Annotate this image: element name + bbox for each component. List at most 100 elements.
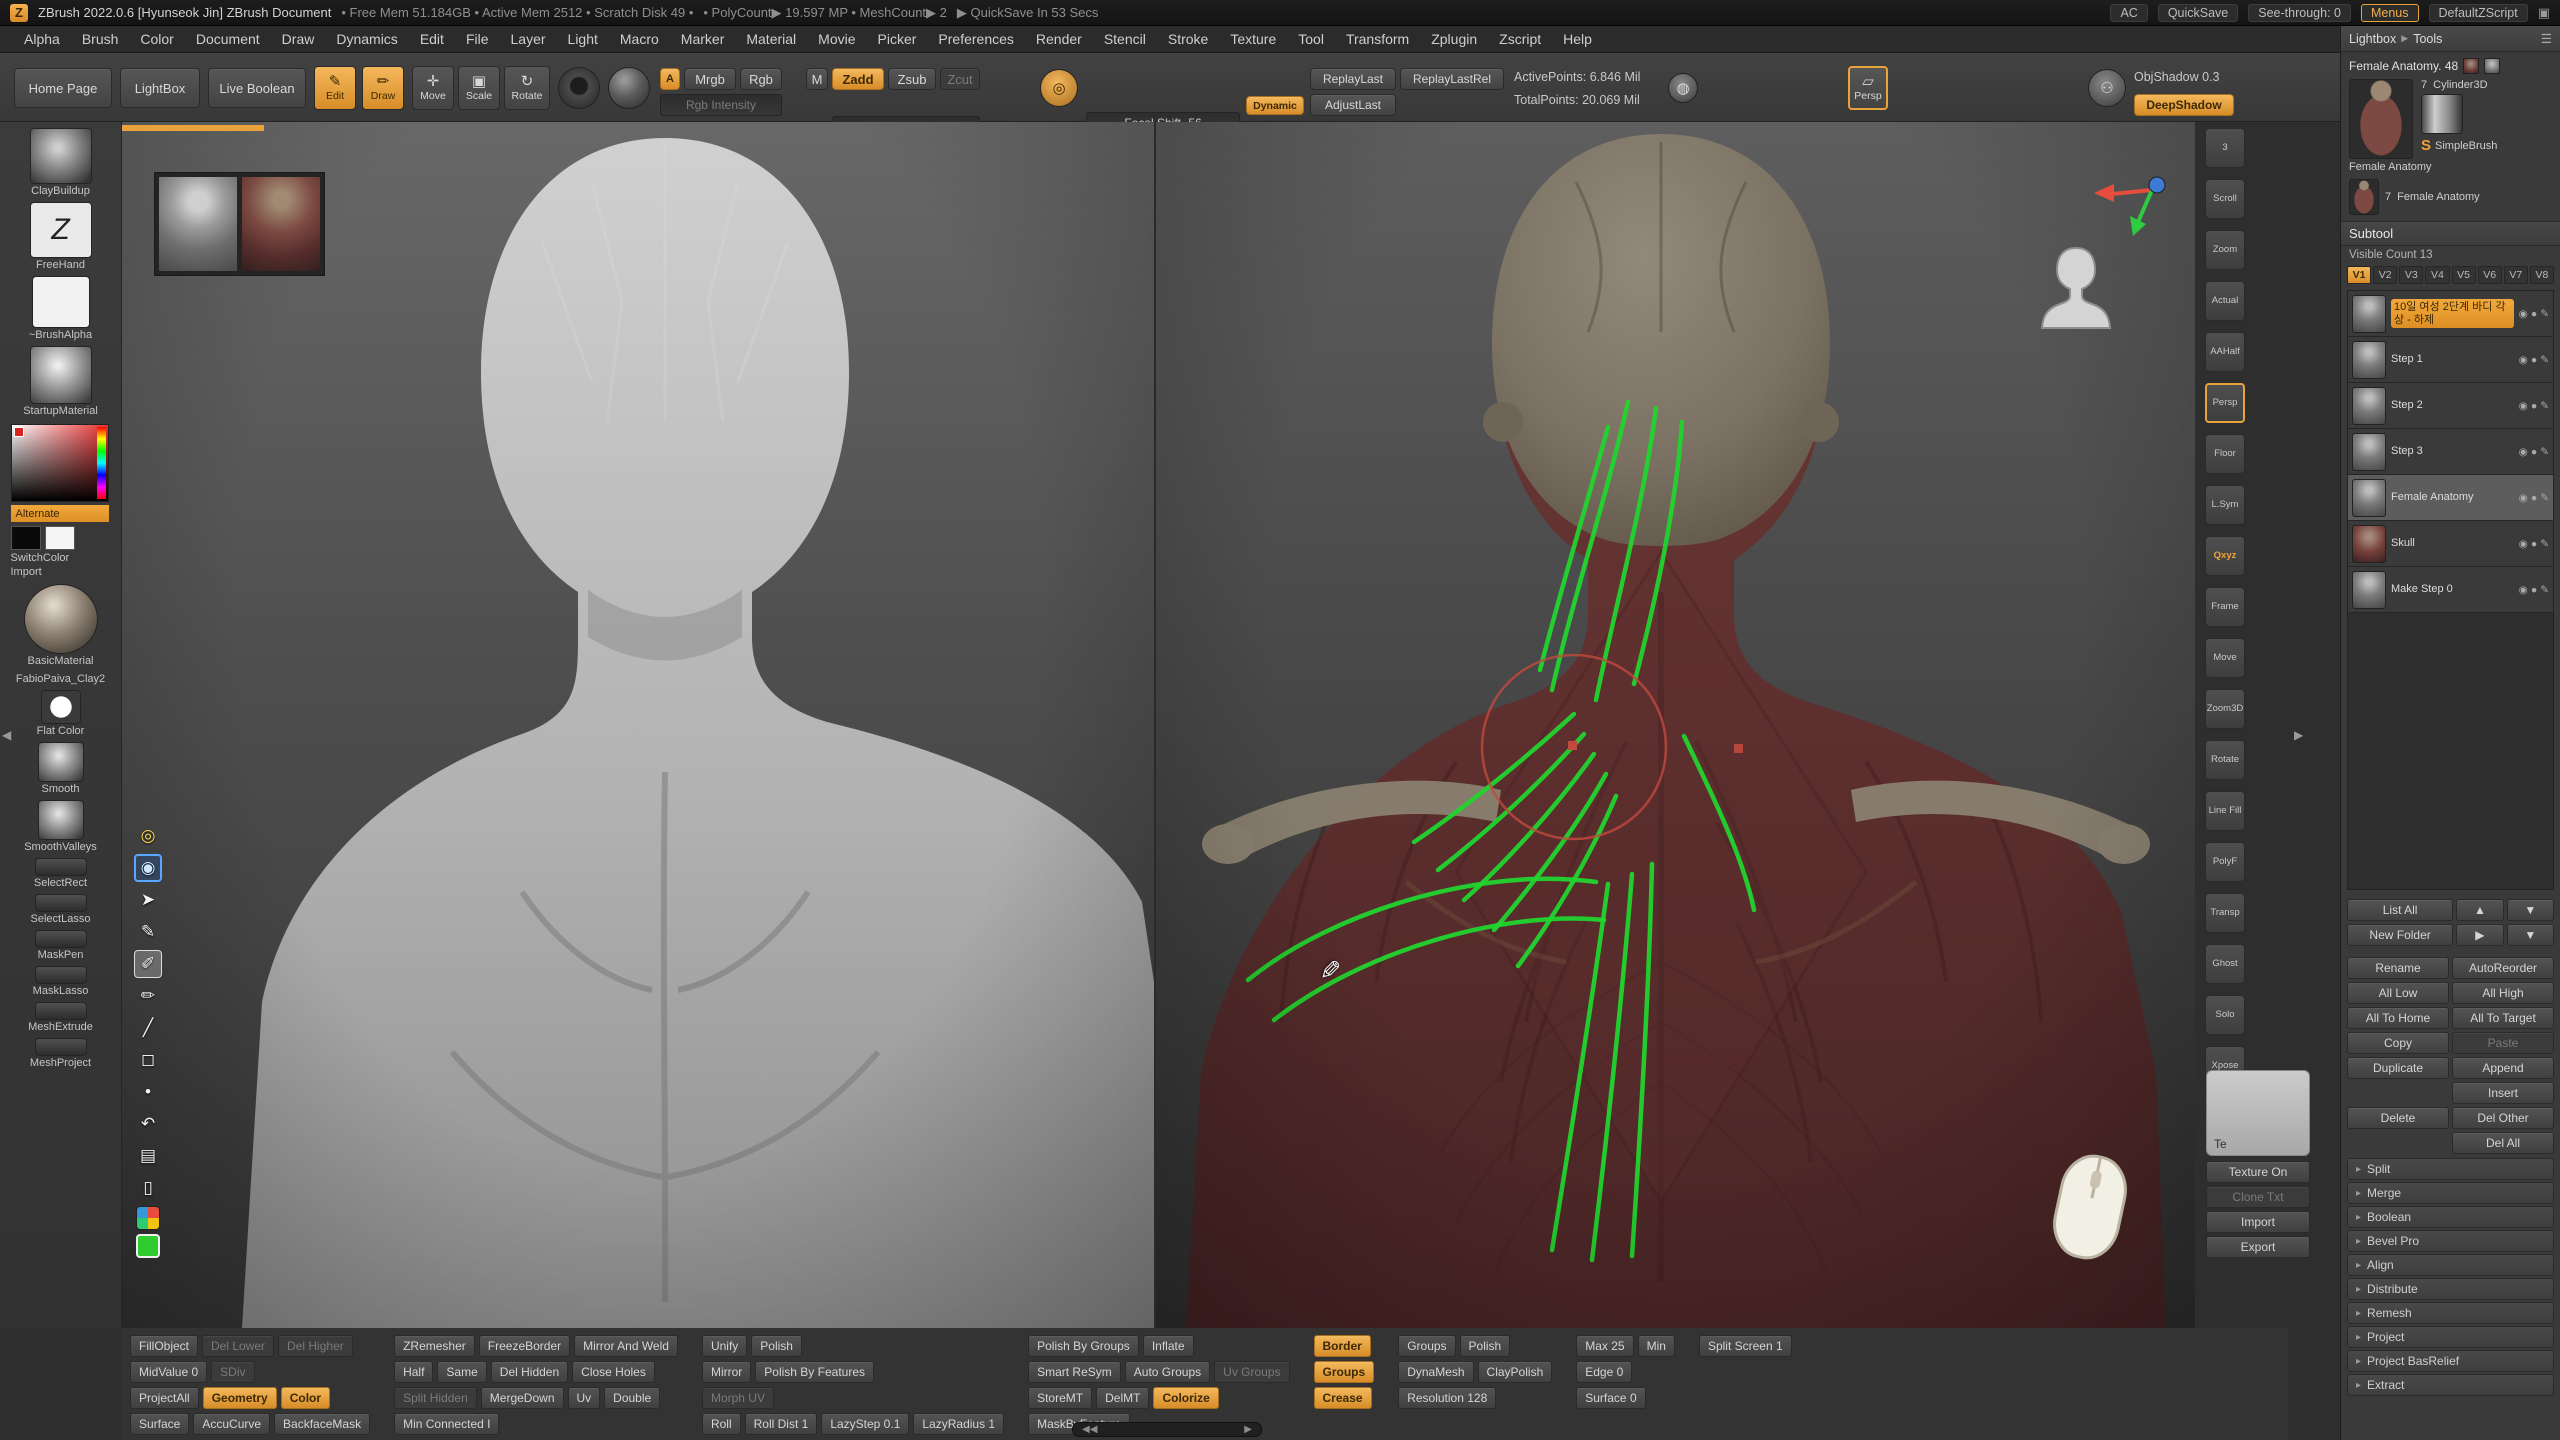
visibility-eye-icon[interactable]: ◉	[2519, 584, 2528, 596]
main-color-swatch[interactable]	[11, 526, 41, 550]
subtool-up-button[interactable]: ▲	[2456, 899, 2503, 921]
replay-last-rel-button[interactable]: ReplayLastRel	[1400, 68, 1504, 90]
subtool-item-3[interactable]: Step 2◉●✎	[2348, 383, 2553, 429]
sidebar-item-selectlasso[interactable]: SelectLasso	[16, 894, 105, 925]
menu-help[interactable]: Help	[1553, 29, 1602, 49]
mirror-button[interactable]: Mirror	[702, 1361, 751, 1383]
recent-tool-thumb[interactable]	[2484, 58, 2500, 74]
sculpt-icon[interactable]: ✎	[2540, 492, 2549, 504]
subtool-tab-v6[interactable]: V6	[2478, 266, 2502, 284]
visibility-eye-icon[interactable]: ◉	[2519, 400, 2528, 412]
rightshelf-polyf-button[interactable]: PolyF	[2205, 842, 2245, 882]
subtool-section-merge[interactable]: Merge	[2347, 1182, 2554, 1204]
polish-by-groups-button[interactable]: Polish By Groups	[1028, 1335, 1139, 1357]
menus-toggle-button[interactable]: Menus	[2361, 4, 2419, 22]
accucurve-button[interactable]: AccuCurve	[193, 1413, 270, 1435]
polypaint-icon[interactable]: ●	[2531, 354, 2537, 366]
projectall-button[interactable]: ProjectAll	[130, 1387, 199, 1409]
menu-macro[interactable]: Macro	[610, 29, 669, 49]
polish-button[interactable]: Polish	[1460, 1335, 1511, 1357]
auto-groups-button[interactable]: Auto Groups	[1125, 1361, 1210, 1383]
tools-menu-button[interactable]: Tools	[2413, 32, 2442, 46]
sidebar-item-startupmaterial[interactable]: StartupMaterial	[23, 346, 98, 417]
adjust-last-button[interactable]: AdjustLast	[1310, 94, 1396, 116]
orientation-gizmo[interactable]	[2080, 170, 2172, 242]
polish-by-features-button[interactable]: Polish By Features	[755, 1361, 874, 1383]
rgb-button[interactable]: Rgb	[740, 68, 782, 90]
line-icon[interactable]: ╱	[134, 1014, 162, 1042]
import-button[interactable]: Import	[2206, 1211, 2310, 1233]
subtool-section-distribute[interactable]: Distribute	[2347, 1278, 2554, 1300]
clipboard-icon[interactable]: ▤	[134, 1142, 162, 1170]
pencil-icon[interactable]: ✏	[134, 982, 162, 1010]
current-brush-preview[interactable]	[558, 67, 600, 109]
tool-thumb-cylinder3d[interactable]	[2421, 94, 2463, 134]
move-button[interactable]: ✛Move	[412, 66, 454, 110]
ac-button[interactable]: AC	[2110, 4, 2147, 22]
visibility-eye-icon[interactable]: ◉	[2519, 354, 2528, 366]
rename-button[interactable]: Rename	[2347, 957, 2449, 979]
subtool-item-6[interactable]: Skull◉●✎	[2348, 521, 2553, 567]
sculpt-icon[interactable]: ✎	[2540, 308, 2549, 320]
menu-file[interactable]: File	[456, 29, 499, 49]
rightshelf-zoom3d-button[interactable]: Zoom3D	[2205, 689, 2245, 729]
menu-color[interactable]: Color	[130, 29, 183, 49]
fillobject-button[interactable]: FillObject	[130, 1335, 198, 1357]
sidebar-item-masklasso[interactable]: MaskLasso	[16, 966, 105, 997]
timeline-scrollbar[interactable]: ◀◀ ▶	[1072, 1422, 1262, 1437]
rightshelf-aahalf-button[interactable]: AAHalf	[2205, 332, 2245, 372]
rightshelf-frame-button[interactable]: Frame	[2205, 587, 2245, 627]
rightshelf-floor-button[interactable]: Floor	[2205, 434, 2245, 474]
recent-tool-thumb[interactable]	[2463, 58, 2479, 74]
default-zscript-button[interactable]: DefaultZScript	[2429, 4, 2528, 22]
menu-zplugin[interactable]: Zplugin	[1421, 29, 1487, 49]
menu-stroke[interactable]: Stroke	[1158, 29, 1218, 49]
all-low-button[interactable]: All Low	[2347, 982, 2449, 1004]
polypaint-icon[interactable]: ●	[2531, 538, 2537, 550]
menu-light[interactable]: Light	[558, 29, 608, 49]
unify-button[interactable]: Unify	[702, 1335, 747, 1357]
visibility-eye-icon[interactable]: ◉	[2519, 492, 2528, 504]
subtool-section-bevel-pro[interactable]: Bevel Pro	[2347, 1230, 2554, 1252]
dynamic-draw-size-toggle[interactable]: Dynamic	[1246, 96, 1304, 115]
subtool-tab-v1[interactable]: V1	[2347, 266, 2371, 284]
sculpt-icon[interactable]: ✎	[2540, 446, 2549, 458]
folder-expand-button[interactable]: ▼	[2507, 924, 2554, 946]
half-button[interactable]: Half	[394, 1361, 433, 1383]
see-through-slider[interactable]: See-through: 0	[2248, 4, 2351, 22]
split-screen-1-button[interactable]: Split Screen 1	[1699, 1335, 1792, 1357]
secondary-color-swatch[interactable]	[45, 526, 75, 550]
shape-icon[interactable]: ◻	[134, 1046, 162, 1074]
groups-button[interactable]: Groups	[1314, 1361, 1375, 1383]
menu-dynamics[interactable]: Dynamics	[326, 29, 407, 49]
live-boolean-button[interactable]: Live Boolean	[208, 68, 306, 108]
menu-render[interactable]: Render	[1026, 29, 1092, 49]
current-material-sphere[interactable]	[608, 67, 650, 109]
menu-marker[interactable]: Marker	[671, 29, 735, 49]
rightshelf-line-fill-button[interactable]: Line Fill	[2205, 791, 2245, 831]
highlighter-icon[interactable]: ✐	[134, 950, 162, 978]
new-folder-button[interactable]: New Folder	[2347, 924, 2453, 946]
visibility-eye-icon[interactable]: ◉	[2519, 538, 2528, 550]
subtool-section-project[interactable]: Project	[2347, 1326, 2554, 1348]
same-button[interactable]: Same	[437, 1361, 486, 1383]
right-tray-collapse-arrow[interactable]: ▶	[2294, 728, 2303, 742]
min-connected-i-button[interactable]: Min Connected I	[394, 1413, 499, 1435]
canvas-left-view[interactable]	[122, 122, 1154, 1328]
quicksave-button[interactable]: QuickSave	[2158, 4, 2238, 22]
freezeborder-button[interactable]: FreezeBorder	[479, 1335, 570, 1357]
polypaint-icon[interactable]: ●	[2531, 308, 2537, 320]
sidebar-item-maskpen[interactable]: MaskPen	[16, 930, 105, 961]
left-tray-collapse-arrow[interactable]: ◀	[2, 728, 11, 742]
palette-menu-icon[interactable]: ☰	[2541, 31, 2552, 46]
tool-thumb-simplebrush[interactable]: S SimpleBrush	[2421, 137, 2497, 154]
deep-shadow-button[interactable]: DeepShadow	[2134, 94, 2234, 116]
polypaint-icon[interactable]: ●	[2531, 446, 2537, 458]
geometry-button[interactable]: Geometry	[203, 1387, 277, 1409]
color-button[interactable]: Color	[281, 1387, 330, 1409]
subtool-item-4[interactable]: Step 3◉●✎	[2348, 429, 2553, 475]
menu-zscript[interactable]: Zscript	[1489, 29, 1551, 49]
document-canvas[interactable]: ◎◉➤✎✐✏╱◻•↶▤▯ ✎	[122, 122, 2195, 1328]
rightshelf-persp-button[interactable]: Persp	[2205, 383, 2245, 423]
dot-icon[interactable]: •	[134, 1078, 162, 1106]
